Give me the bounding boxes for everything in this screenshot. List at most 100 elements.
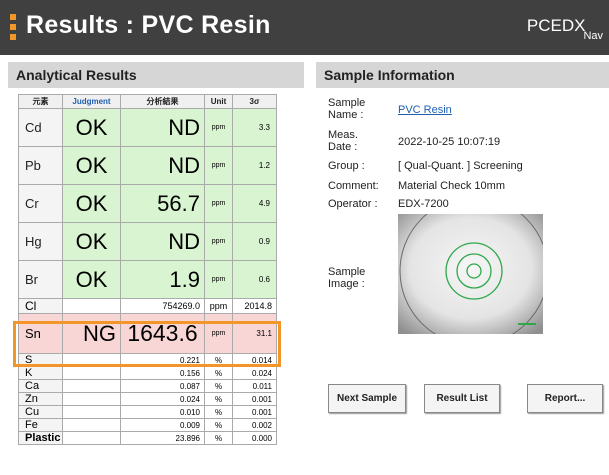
judgment-cell (62, 353, 121, 367)
sample-name-link[interactable]: PVC Resin (398, 104, 452, 116)
column-header-judgment[interactable]: Judgment (62, 94, 121, 109)
judgment-cell (62, 298, 121, 314)
sample-image-label: Sample Image : (328, 266, 366, 290)
sigma-cell: 0.001 (232, 392, 277, 406)
element-cell: Cu (18, 405, 63, 419)
result-cell: ND (120, 108, 205, 147)
judgment-cell (62, 418, 121, 432)
column-header-unit: Unit (204, 94, 233, 109)
element-cell: K (18, 366, 63, 380)
result-list-button[interactable]: Result List (424, 384, 500, 413)
judgment-cell: OK (62, 146, 121, 185)
table-row: Br OK 1.9 ppm 0.6 (18, 260, 277, 299)
sigma-cell: 0.9 (232, 222, 277, 261)
sample-information-heading: Sample Information (316, 62, 609, 88)
results-table: 元素 Judgment 分析結果 Unit 3σ Cd OK ND ppm 3.… (18, 94, 277, 445)
judgment-cell (62, 405, 121, 419)
sigma-cell: 0.000 (232, 431, 277, 445)
table-row: Ca 0.087 % 0.011 (18, 379, 277, 393)
unit-cell: % (204, 366, 233, 380)
table-row: Hg OK ND ppm 0.9 (18, 222, 277, 261)
result-cell: 1.9 (120, 260, 205, 299)
sigma-cell: 0.001 (232, 405, 277, 419)
result-cell: 0.221 (120, 353, 205, 367)
column-header-sigma: 3σ (232, 94, 277, 109)
unit-cell: % (204, 392, 233, 406)
sample-image (398, 214, 543, 334)
meas-date-value: 2022-10-25 10:07:19 (398, 136, 501, 148)
element-cell: Cd (18, 108, 63, 147)
accent-marks (10, 14, 16, 44)
sigma-cell: 1.2 (232, 146, 277, 185)
table-row: Plastic 23.896 % 0.000 (18, 431, 277, 445)
unit-cell: % (204, 379, 233, 393)
sigma-cell: 2014.8 (232, 298, 277, 314)
table-row: Cu 0.010 % 0.001 (18, 405, 277, 419)
sample-name-label: Sample Name : (328, 97, 366, 121)
element-cell: Zn (18, 392, 63, 406)
judgment-cell: NG (62, 313, 121, 354)
brand-logo: PCEDXNav (526, 16, 603, 42)
result-cell: 754269.0 (120, 298, 205, 314)
sigma-cell: 0.024 (232, 366, 277, 380)
sigma-cell: 31.1 (232, 313, 277, 354)
table-header-row: 元素 Judgment 分析結果 Unit 3σ (18, 94, 277, 109)
result-cell: 23.896 (120, 431, 205, 445)
analytical-results-heading: Analytical Results (8, 62, 304, 88)
column-header-result: 分析結果 (120, 94, 205, 109)
element-cell: Fe (18, 418, 63, 432)
comment-label: Comment: (328, 180, 379, 192)
judgment-cell (62, 379, 121, 393)
table-row: Fe 0.009 % 0.002 (18, 418, 277, 432)
element-cell: Cl (18, 298, 63, 314)
unit-cell: % (204, 353, 233, 367)
table-row: Cr OK 56.7 ppm 4.9 (18, 184, 277, 223)
element-cell: Pb (18, 146, 63, 185)
judgment-cell (62, 431, 121, 445)
unit-cell: % (204, 405, 233, 419)
column-header-element: 元素 (18, 94, 63, 109)
judgment-cell: OK (62, 260, 121, 299)
sigma-cell: 0.6 (232, 260, 277, 299)
page-title: Results : PVC Resin (26, 11, 271, 39)
element-cell: Sn (18, 313, 63, 354)
unit-cell: % (204, 431, 233, 445)
judgment-cell: OK (62, 108, 121, 147)
unit-cell: ppm (204, 108, 233, 147)
table-row: S 0.221 % 0.014 (18, 353, 277, 367)
result-cell: 1643.6 (120, 313, 205, 354)
group-label: Group : (328, 160, 365, 172)
table-row: Zn 0.024 % 0.001 (18, 392, 277, 406)
result-cell: ND (120, 222, 205, 261)
element-cell: Hg (18, 222, 63, 261)
sample-photo-graphic (398, 214, 543, 334)
element-cell: Ca (18, 379, 63, 393)
result-cell: ND (120, 146, 205, 185)
app-header: Results : PVC Resin PCEDXNav (0, 0, 609, 55)
unit-cell: % (204, 418, 233, 432)
table-row: Cd OK ND ppm 3.3 (18, 108, 277, 147)
unit-cell: ppm (204, 298, 233, 314)
sigma-cell: 0.002 (232, 418, 277, 432)
table-row: Pb OK ND ppm 1.2 (18, 146, 277, 185)
result-cell: 0.024 (120, 392, 205, 406)
unit-cell: ppm (204, 146, 233, 185)
operator-value: EDX-7200 (398, 198, 449, 210)
operator-label: Operator : (328, 198, 378, 210)
judgment-cell (62, 366, 121, 380)
unit-cell: ppm (204, 184, 233, 223)
next-sample-button[interactable]: Next Sample (328, 384, 406, 413)
unit-cell: ppm (204, 260, 233, 299)
result-cell: 0.009 (120, 418, 205, 432)
unit-cell: ppm (204, 222, 233, 261)
judgment-cell: OK (62, 222, 121, 261)
group-value: [ Qual-Quant. ] Screening (398, 160, 523, 172)
sigma-cell: 3.3 (232, 108, 277, 147)
judgment-cell (62, 392, 121, 406)
report-button[interactable]: Report... (527, 384, 603, 413)
element-cell: Br (18, 260, 63, 299)
unit-cell: ppm (204, 313, 233, 354)
result-cell: 0.156 (120, 366, 205, 380)
table-row-ng: Sn NG 1643.6 ppm 31.1 (18, 313, 277, 354)
judgment-cell: OK (62, 184, 121, 223)
